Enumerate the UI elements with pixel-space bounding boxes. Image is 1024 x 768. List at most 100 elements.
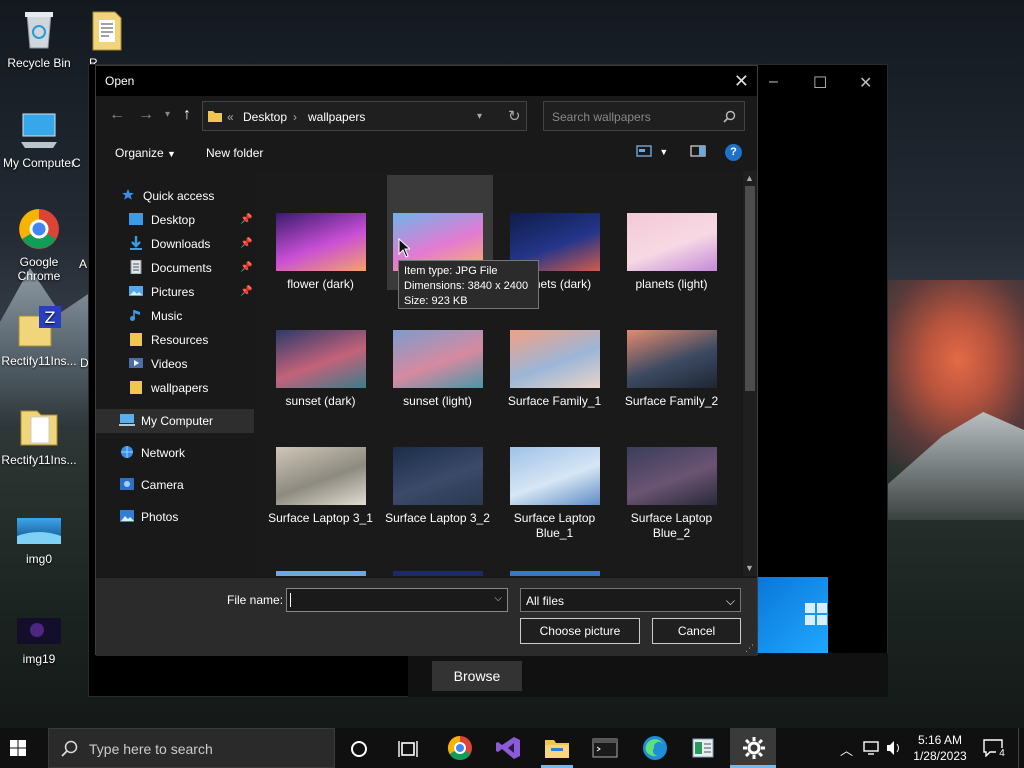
nav-item-downloads[interactable]: Downloads: [129, 233, 210, 255]
nav-item-documents[interactable]: Documents: [129, 257, 212, 279]
desktop-icon-google-chrome[interactable]: Google Chrome: [0, 207, 79, 283]
tray-chevron-up-icon[interactable]: ︿: [840, 740, 853, 759]
desktop-icon-my-computer[interactable]: My Computer: [0, 108, 79, 170]
refresh-icon[interactable]: ↻: [508, 107, 521, 125]
back-arrow-icon[interactable]: ←: [109, 106, 125, 124]
desktop-icon-img0[interactable]: img0: [0, 518, 79, 566]
chrome-icon: [17, 207, 61, 251]
preview-pane-button[interactable]: [690, 144, 706, 161]
search-input[interactable]: Search wallpapers: [552, 110, 651, 124]
nav-item-music[interactable]: Music: [129, 305, 182, 327]
nav-item-videos[interactable]: Videos: [129, 353, 187, 375]
nav-item-my-computer[interactable]: My Computer: [119, 410, 213, 432]
network-status-icon[interactable]: [863, 740, 881, 756]
resize-grip-icon[interactable]: ⋰: [745, 643, 754, 654]
file-grid-scrollbar[interactable]: ▲ ▼: [743, 171, 757, 576]
address-segment-wallpapers[interactable]: wallpapers: [308, 110, 365, 124]
taskbar-search-input[interactable]: Type here to search: [89, 741, 213, 757]
cortana-icon[interactable]: [350, 740, 368, 758]
address-segment-desktop[interactable]: Desktop: [243, 110, 287, 124]
organize-button[interactable]: Organize ▼: [115, 146, 176, 160]
dialog-close-icon[interactable]: ✕: [734, 71, 749, 92]
desktop-icon-rectify-installer[interactable]: Z Rectify11Ins...: [0, 306, 79, 368]
taskbar-clock[interactable]: 5:16 AM 1/28/2023: [905, 732, 975, 764]
settings-gear-icon[interactable]: [740, 734, 768, 762]
notes-app-icon[interactable]: [689, 734, 717, 762]
file-item[interactable]: Surface Family_1: [502, 330, 607, 409]
search-box[interactable]: Search wallpapers: [543, 101, 745, 131]
address-bar[interactable]: « Desktop › wallpapers ▾ ↻: [202, 101, 527, 131]
volume-icon[interactable]: [886, 740, 902, 756]
dialog-title: Open: [105, 74, 135, 88]
nav-item-camera[interactable]: Camera: [119, 474, 184, 496]
nav-item-pictures[interactable]: Pictures: [129, 281, 194, 303]
file-item[interactable]: sunset (light): [385, 330, 490, 409]
desktop-folder-icon: [129, 212, 145, 228]
partial-thumb: [510, 571, 600, 576]
scroll-up-icon[interactable]: ▲: [745, 173, 754, 183]
dialog-titlebar: Open ✕: [96, 66, 757, 96]
chevron-down-icon: ▼: [659, 147, 669, 157]
file-item[interactable]: Surface Family_2: [619, 330, 724, 409]
help-icon[interactable]: ?: [725, 144, 742, 161]
start-windows-icon[interactable]: [10, 740, 26, 756]
forward-arrow-icon[interactable]: →: [138, 106, 154, 124]
edge-icon[interactable]: [641, 734, 669, 762]
rectify-icon: Z: [17, 306, 61, 350]
nav-item-wallpapers[interactable]: wallpapers: [129, 377, 208, 399]
file-name-label: File name:: [227, 593, 284, 607]
file-item[interactable]: Surface Laptop Blue_2: [619, 447, 724, 541]
choose-picture-button[interactable]: Choose picture: [520, 618, 640, 644]
file-thumbnail: [392, 330, 483, 388]
address-overflow[interactable]: «: [227, 110, 234, 124]
nav-quick-access[interactable]: Quick access: [121, 185, 214, 207]
nav-item-desktop[interactable]: Desktop: [129, 209, 195, 231]
nav-label: Photos: [141, 510, 179, 524]
browse-button[interactable]: Browse: [432, 661, 522, 691]
image-icon: [17, 518, 61, 548]
file-thumbnail: [509, 447, 600, 505]
taskbar-search-box[interactable]: Type here to search: [48, 728, 335, 768]
file-explorer-icon[interactable]: [543, 734, 571, 762]
desktop-icon-rectify-folder[interactable]: Rectify11Ins...: [0, 405, 79, 467]
file-item[interactable]: Surface Laptop Blue_1: [502, 447, 607, 541]
nav-item-resources[interactable]: Resources: [129, 329, 208, 351]
task-view-icon[interactable]: [398, 740, 418, 758]
minimize-icon[interactable]: –: [769, 73, 778, 91]
file-name-dropdown-icon[interactable]: ⌵: [494, 593, 502, 604]
desktop-icon-recycle-bin[interactable]: Recycle Bin: [0, 8, 79, 70]
chrome-icon[interactable]: [446, 734, 474, 762]
show-desktop-button[interactable]: [1018, 728, 1024, 768]
file-item[interactable]: Surface Laptop 3_1: [268, 447, 373, 526]
folder-icon: [129, 332, 145, 348]
scrollbar-thumb[interactable]: [745, 186, 755, 391]
file-item[interactable]: planets (light): [619, 213, 724, 292]
file-name-input[interactable]: ⌵: [286, 588, 508, 612]
image-icon: [17, 618, 61, 648]
recent-chevron-down-icon[interactable]: ▾: [165, 109, 170, 120]
view-options-button[interactable]: ▼: [636, 144, 668, 161]
file-item[interactable]: sunset (dark): [268, 330, 373, 409]
file-item[interactable]: Surface Laptop 3_2: [385, 447, 490, 526]
file-thumbnail: [509, 330, 600, 388]
nav-item-network[interactable]: Network: [119, 442, 185, 464]
desktop-icon-label: Google Chrome: [17, 255, 61, 283]
file-item[interactable]: flower (dark): [268, 213, 373, 292]
close-icon[interactable]: ✕: [859, 73, 872, 93]
desktop-icon-img19[interactable]: img19: [0, 618, 79, 666]
up-arrow-icon[interactable]: ↑: [183, 106, 191, 124]
visual-studio-icon[interactable]: [494, 734, 522, 762]
file-type-filter[interactable]: All files ⌵: [520, 588, 741, 612]
nav-label: Desktop: [151, 213, 196, 227]
address-dropdown-icon[interactable]: ▾: [477, 111, 482, 122]
maximize-icon[interactable]: ☐: [813, 73, 827, 93]
cancel-button[interactable]: Cancel: [652, 618, 741, 644]
scroll-down-icon[interactable]: ▼: [745, 563, 754, 573]
file-name-label: sunset (light): [403, 394, 472, 408]
file-grid: flower (dark)flower (light)planets (dark…: [256, 171, 742, 576]
search-icon[interactable]: [723, 110, 736, 123]
desktop-icon-notepad[interactable]: R: [77, 8, 137, 70]
new-folder-button[interactable]: New folder: [206, 146, 263, 160]
terminal-icon[interactable]: [591, 734, 619, 762]
nav-item-photos[interactable]: Photos: [119, 506, 178, 528]
